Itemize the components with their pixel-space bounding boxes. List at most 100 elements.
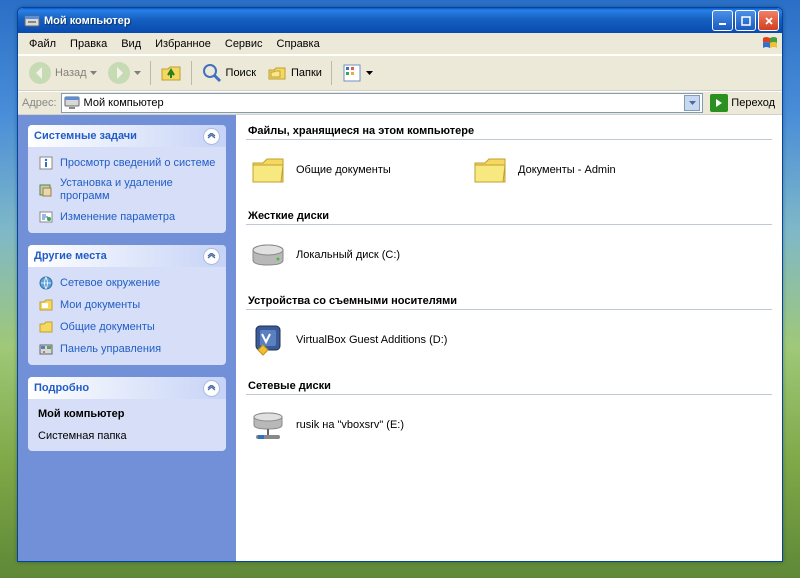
address-field[interactable]: Мой компьютер xyxy=(61,93,704,113)
section-heading: Сетевые диски xyxy=(246,376,772,395)
section-network-drives: Сетевые диски rusik на "vboxsrv" (E:) xyxy=(246,376,772,447)
section-heading: Файлы, хранящиеся на этом компьютере xyxy=(246,121,772,140)
item-label: Документы - Admin xyxy=(518,164,616,176)
collapse-icon xyxy=(203,128,220,145)
content-area: Системные задачи Просмотр сведений о сис… xyxy=(18,115,782,561)
menu-help[interactable]: Справка xyxy=(270,36,327,52)
search-button[interactable]: Поиск xyxy=(197,58,260,88)
dropdown-icon xyxy=(90,71,97,75)
panel-title: Подробно xyxy=(34,382,89,394)
views-icon xyxy=(341,62,363,84)
folder-up-icon xyxy=(160,62,182,84)
section-stored-files: Файлы, хранящиеся на этом компьютере Общ… xyxy=(246,121,772,192)
panel-title: Другие места xyxy=(34,250,107,262)
back-icon xyxy=(28,61,52,85)
address-dropdown[interactable] xyxy=(684,95,700,111)
go-button[interactable]: Переход xyxy=(707,93,778,113)
minimize-button[interactable] xyxy=(712,10,733,31)
menu-edit[interactable]: Правка xyxy=(63,36,114,52)
panel-title: Системные задачи xyxy=(34,130,137,142)
panel-header[interactable]: Системные задачи xyxy=(28,125,226,147)
item-shared-documents[interactable]: Общие документы xyxy=(246,148,456,192)
panel-system-tasks: Системные задачи Просмотр сведений о сис… xyxy=(28,125,226,233)
hdd-icon xyxy=(248,235,288,275)
link-system-info[interactable]: Просмотр сведений о системе xyxy=(38,155,216,171)
item-admin-documents[interactable]: Документы - Admin xyxy=(468,148,678,192)
panel-other-places: Другие места Сетевое окружение Мои докум… xyxy=(28,245,226,365)
network-icon xyxy=(38,275,54,291)
search-label: Поиск xyxy=(226,67,256,79)
windows-logo-icon xyxy=(760,34,780,54)
link-add-remove[interactable]: Установка и удаление программ xyxy=(38,177,216,203)
link-network[interactable]: Сетевое окружение xyxy=(38,275,216,291)
menu-tools[interactable]: Сервис xyxy=(218,36,270,52)
titlebar[interactable]: Мой компьютер xyxy=(18,8,782,33)
link-control-panel[interactable]: Панель управления xyxy=(38,341,216,357)
folder-icon xyxy=(248,150,288,190)
dropdown-icon xyxy=(366,71,373,75)
toolbar: Назад Поиск Папки xyxy=(18,55,782,91)
separator xyxy=(331,61,332,85)
menubar: Файл Правка Вид Избранное Сервис Справка xyxy=(18,33,782,55)
menu-view[interactable]: Вид xyxy=(114,36,148,52)
window-title: Мой компьютер xyxy=(44,15,710,27)
folders-button[interactable]: Папки xyxy=(262,58,326,88)
go-icon xyxy=(710,94,728,112)
section-heading: Жесткие диски xyxy=(246,206,772,225)
main-view: Файлы, хранящиеся на этом компьютере Общ… xyxy=(236,115,782,561)
maximize-button[interactable] xyxy=(735,10,756,31)
folders-label: Папки xyxy=(291,67,322,79)
netdrive-icon xyxy=(248,405,288,445)
dropdown-icon xyxy=(134,71,141,75)
forward-button[interactable] xyxy=(103,58,145,88)
item-label: Общие документы xyxy=(296,164,391,176)
section-heading: Устройства со съемными носителями xyxy=(246,291,772,310)
config-icon xyxy=(38,209,54,225)
section-removable: Устройства со съемными носителями Virtua… xyxy=(246,291,772,362)
link-shared-docs[interactable]: Общие документы xyxy=(38,319,216,335)
vbox-icon xyxy=(248,320,288,360)
item-local-disk-c[interactable]: Локальный диск (C:) xyxy=(246,233,456,277)
address-label: Адрес: xyxy=(22,97,57,109)
separator xyxy=(150,61,151,85)
views-button[interactable] xyxy=(337,58,377,88)
link-mydocs[interactable]: Мои документы xyxy=(38,297,216,313)
menu-file[interactable]: Файл xyxy=(22,36,63,52)
info-icon xyxy=(38,155,54,171)
mydocs-icon xyxy=(38,297,54,313)
tasks-sidebar: Системные задачи Просмотр сведений о сис… xyxy=(18,115,236,561)
separator xyxy=(191,61,192,85)
collapse-icon xyxy=(203,380,220,397)
panel-body: Мой компьютер Системная папка xyxy=(28,399,226,451)
folders-icon xyxy=(266,62,288,84)
panel-header[interactable]: Другие места xyxy=(28,245,226,267)
panel-header[interactable]: Подробно xyxy=(28,377,226,399)
control-panel-icon xyxy=(38,341,54,357)
item-label: rusik на "vboxsrv" (E:) xyxy=(296,419,404,431)
go-label: Переход xyxy=(731,97,775,109)
item-vbox-additions[interactable]: VirtualBox Guest Additions (D:) xyxy=(246,318,456,362)
details-type: Системная папка xyxy=(38,429,216,443)
shared-docs-icon xyxy=(38,319,54,335)
back-button[interactable]: Назад xyxy=(24,58,101,88)
item-label: VirtualBox Guest Additions (D:) xyxy=(296,334,447,346)
folder-icon xyxy=(470,150,510,190)
close-button[interactable] xyxy=(758,10,779,31)
up-button[interactable] xyxy=(156,58,186,88)
address-value: Мой компьютер xyxy=(84,97,164,109)
computer-icon xyxy=(64,94,80,113)
forward-icon xyxy=(107,61,131,85)
addremove-icon xyxy=(38,182,54,198)
search-icon xyxy=(201,62,223,84)
app-icon xyxy=(24,13,40,29)
section-hard-disks: Жесткие диски Локальный диск (C:) xyxy=(246,206,772,277)
item-label: Локальный диск (C:) xyxy=(296,249,400,261)
item-network-drive-e[interactable]: rusik на "vboxsrv" (E:) xyxy=(246,403,456,447)
menu-favorites[interactable]: Избранное xyxy=(148,36,218,52)
panel-body: Просмотр сведений о системе Установка и … xyxy=(28,147,226,233)
details-name: Мой компьютер xyxy=(38,407,216,421)
back-label: Назад xyxy=(55,67,87,79)
link-change-setting[interactable]: Изменение параметра xyxy=(38,209,216,225)
panel-body: Сетевое окружение Мои документы Общие до… xyxy=(28,267,226,365)
collapse-icon xyxy=(203,248,220,265)
